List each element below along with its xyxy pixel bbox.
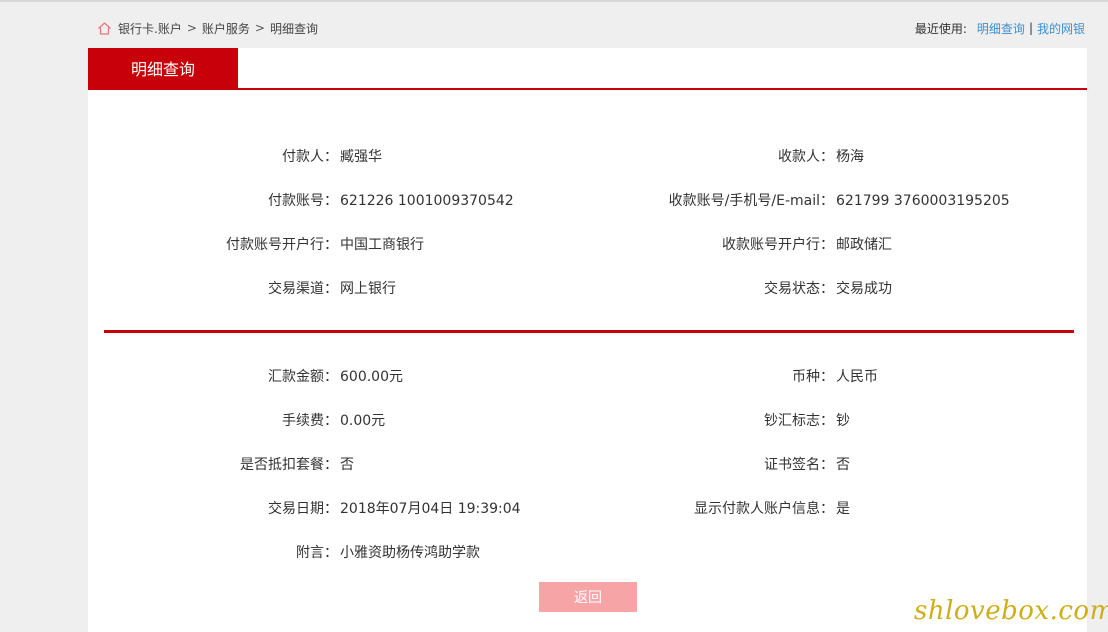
detail-panel: 明细查询 付款人： 臧强华 收款人： 杨海 付款账号： 621226 10010… [88, 48, 1087, 632]
currency-value: 人民币 [836, 369, 878, 385]
payee-bank-value: 邮政储汇 [836, 237, 892, 253]
channel-label: 交易渠道： [268, 281, 338, 297]
status-label: 交易状态： [764, 281, 834, 297]
payer-value: 臧强华 [340, 149, 382, 165]
payee-bank-label: 收款账号开户行： [722, 237, 834, 253]
home-icon[interactable] [97, 21, 112, 36]
back-button[interactable]: 返回 [539, 582, 637, 612]
breadcrumb-separator: > [254, 21, 265, 35]
payee-label: 收款人： [778, 149, 834, 165]
top-border [0, 0, 1108, 2]
section-divider [104, 330, 1074, 333]
recent-label: 最近使用: [914, 21, 967, 36]
payer-bank-label: 付款账号开户行： [226, 237, 338, 253]
payer-account-label: 付款账号： [268, 193, 338, 209]
cash-flag-value: 钞 [836, 413, 850, 429]
breadcrumb-item-account-services[interactable]: 账户服务 [202, 20, 250, 37]
tab-detail-query[interactable]: 明细查询 [88, 48, 238, 88]
info-row: 付款人： 臧强华 收款人： 杨海 [88, 147, 1087, 167]
payer-account-value: 621226 1001009370542 [340, 193, 514, 209]
breadcrumb: 银行卡.账户 > 账户服务 > 明细查询 [97, 19, 318, 37]
payer-bank-value: 中国工商银行 [340, 237, 424, 253]
info-row: 是否抵扣套餐： 否 证书签名： 否 [88, 455, 1087, 475]
cash-flag-label: 钞汇标志： [764, 413, 834, 429]
breadcrumb-item-detail-query: 明细查询 [269, 21, 318, 36]
payee-account-label: 收款账号/手机号/E-mail： [668, 193, 834, 209]
info-row: 交易渠道： 网上银行 交易状态： 交易成功 [88, 279, 1087, 299]
recent-link-detail-query[interactable]: 明细查询 [977, 20, 1025, 37]
info-row: 付款账号： 621226 1001009370542 收款账号/手机号/E-ma… [88, 191, 1087, 211]
breadcrumb-separator: > [186, 21, 197, 35]
trade-date-value: 2018年07月04日 19:39:04 [340, 501, 521, 517]
header-divider [88, 88, 1087, 90]
payee-account-value: 621799 3760003195205 [836, 193, 1010, 209]
info-row: 付款账号开户行： 中国工商银行 收款账号开户行： 邮政储汇 [88, 235, 1087, 255]
package-deduct-label: 是否抵扣套餐： [240, 457, 338, 473]
trade-date-label: 交易日期： [268, 501, 338, 517]
remark-label: 附言： [296, 545, 338, 561]
info-row: 交易日期： 2018年07月04日 19:39:04 显示付款人账户信息： 是 [88, 499, 1087, 519]
recent-separator: | [1028, 21, 1033, 35]
amount-value: 600.00元 [340, 369, 403, 385]
status-value: 交易成功 [836, 281, 892, 297]
payee-value: 杨海 [836, 149, 864, 165]
watermark: shlovebox.com [914, 596, 1108, 626]
show-payer-info-label: 显示付款人账户信息： [694, 501, 834, 517]
fee-value: 0.00元 [340, 413, 386, 429]
remark-value: 小雅资助杨传鸿助学款 [340, 545, 480, 561]
breadcrumb-item-cards[interactable]: 银行卡.账户 [118, 20, 182, 37]
show-payer-info-value: 是 [836, 501, 850, 517]
package-deduct-value: 否 [340, 457, 354, 473]
cert-sign-value: 否 [836, 457, 850, 473]
fee-label: 手续费： [282, 413, 338, 429]
info-row: 汇款金额： 600.00元 币种： 人民币 [88, 367, 1087, 387]
recent-links: 最近使用: 明细查询 | 我的网银 [915, 19, 1085, 37]
cert-sign-label: 证书签名： [764, 457, 834, 473]
currency-label: 币种： [792, 369, 834, 385]
channel-value: 网上银行 [340, 281, 396, 297]
recent-link-my-ebank[interactable]: 我的网银 [1037, 20, 1085, 37]
info-row: 附言： 小雅资助杨传鸿助学款 [88, 543, 1087, 563]
info-row: 手续费： 0.00元 钞汇标志： 钞 [88, 411, 1087, 431]
amount-label: 汇款金额： [268, 369, 338, 385]
payer-label: 付款人： [282, 149, 338, 165]
